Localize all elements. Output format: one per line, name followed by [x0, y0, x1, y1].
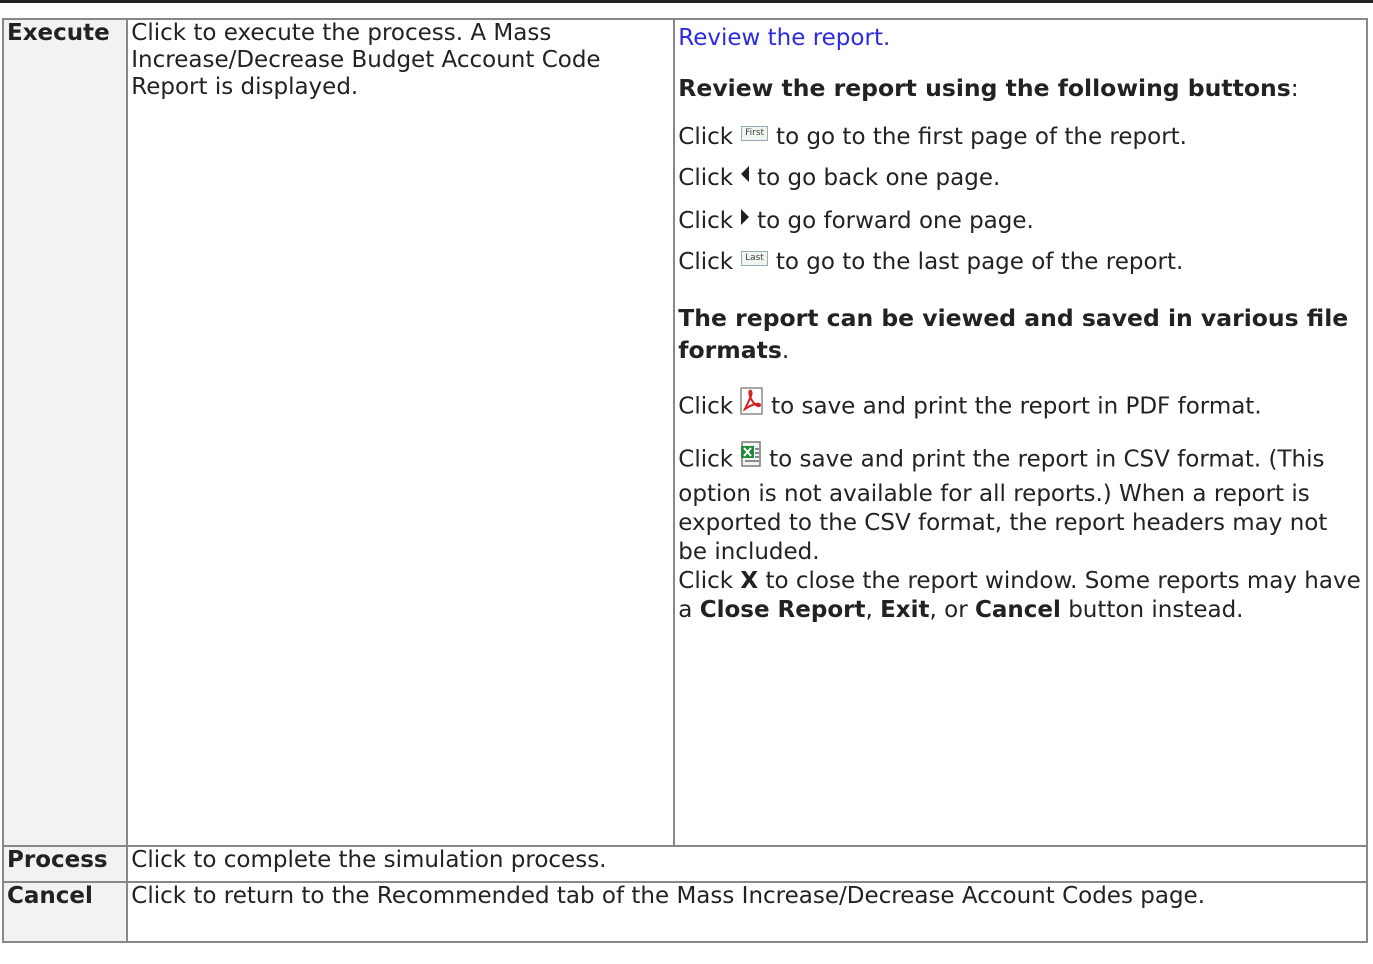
- process-description: Click to complete the simulation process…: [126, 845, 1368, 883]
- nav-prev-line: Click to go back one page.: [678, 157, 1363, 200]
- row-label-cancel: Cancel: [1, 881, 129, 943]
- execute-details: Review the report. Review the report usi…: [673, 18, 1368, 847]
- prev-triangle-icon: [739, 157, 751, 196]
- table-row: Cancel Click to return to the Recommende…: [1, 881, 1368, 943]
- pdf-line: Click to save and print the report in PDF…: [678, 386, 1363, 428]
- row-label-process: Process: [1, 845, 129, 883]
- review-report-link[interactable]: Review the report.: [678, 25, 890, 52]
- top-rule: [0, 0, 1373, 3]
- last-page-button-icon: Last: [741, 251, 768, 266]
- next-triangle-icon: [739, 200, 751, 239]
- nav-next-line: Click to go forward one page.: [678, 200, 1363, 243]
- csv-line: Click to save and print the report in CSV…: [678, 440, 1363, 567]
- row-label-execute: Execute: [1, 18, 129, 847]
- first-page-button-icon: First: [741, 126, 769, 141]
- spreadsheet-icon: [739, 440, 763, 476]
- nav-last-line: Click Last to go to the last page of the r…: [678, 249, 1184, 275]
- pdf-icon: [739, 386, 765, 424]
- cancel-description: Click to return to the Recommended tab o…: [126, 881, 1368, 943]
- table-row: Process Click to complete the simulation…: [1, 845, 1368, 883]
- nav-first-line: Click First to go to the first page of the…: [678, 124, 1187, 150]
- execute-description: Click to execute the process. A Mass Inc…: [126, 18, 676, 847]
- close-line: Click X to close the report window. Some…: [678, 568, 1361, 623]
- file-formats-heading: The report can be viewed and saved in va…: [678, 304, 1349, 364]
- review-buttons-heading: Review the report using the following bu…: [678, 74, 1299, 102]
- button-reference-table: Execute Click to execute the process. A …: [1, 18, 1368, 943]
- table-row: Execute Click to execute the process. A …: [1, 18, 1368, 847]
